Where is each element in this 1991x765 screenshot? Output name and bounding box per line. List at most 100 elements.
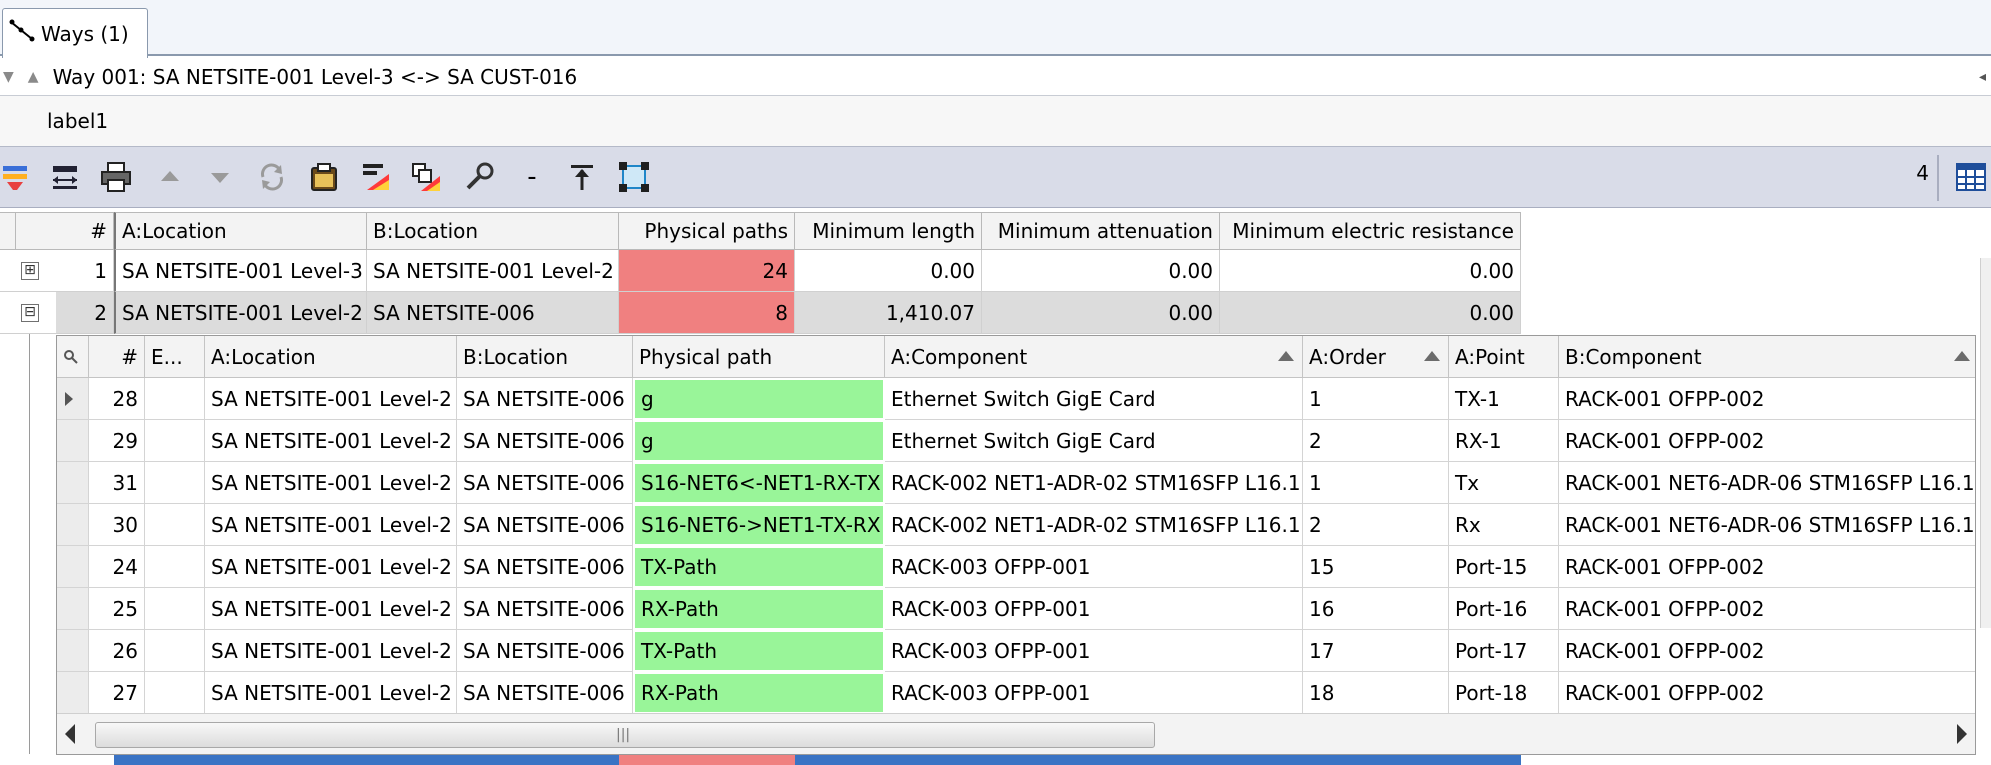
cell-a-component[interactable]: RACK-003 OFPP-001 [885, 630, 1303, 672]
cell-b-location[interactable]: SA NETSITE-006 [457, 672, 633, 714]
header-minimum-length[interactable]: Minimum length [795, 212, 982, 250]
cell-b-component[interactable]: RACK-001 OFPP-002 [1559, 546, 1975, 588]
header-e[interactable]: E... [145, 336, 205, 378]
cell-a-point[interactable]: RX-1 [1449, 420, 1559, 462]
cell-num[interactable]: 28 [89, 378, 145, 420]
cell-path[interactable]: S16-NET6->NET1-TX-RX [633, 504, 885, 546]
minus-icon[interactable]: - [512, 157, 552, 197]
cell-b-location[interactable]: SA NETSITE-006 [457, 504, 633, 546]
header-b-component[interactable]: B:Component [1559, 336, 1975, 378]
header-a-point[interactable]: A:Point [1449, 336, 1559, 378]
cell-minimum-electric-resistance[interactable]: 0.00 [1220, 250, 1521, 292]
cell-a-component[interactable]: RACK-003 OFPP-001 [885, 588, 1303, 630]
cell-b-location[interactable]: SA NETSITE-006 [457, 378, 633, 420]
collapse-down-icon[interactable]: ▼ [3, 69, 14, 85]
cell-a-component[interactable]: RACK-002 NET1-ADR-02 STM16SFP L16.1 [885, 504, 1303, 546]
cell-a-point[interactable]: Rx [1449, 504, 1559, 546]
expand-icon[interactable]: ⊞ [21, 262, 39, 280]
cell-minimum-length[interactable]: 0.00 [795, 250, 982, 292]
cell-b-location[interactable]: SA NETSITE-006 [457, 546, 633, 588]
scrollbar-thumb[interactable]: ||| [95, 722, 1155, 748]
move-up-icon[interactable] [150, 157, 190, 197]
cell-a-order[interactable]: 1 [1303, 462, 1449, 504]
cell-minimum-length[interactable]: 1,410.07 [795, 292, 982, 334]
cell-b-component[interactable]: RACK-001 NET6-ADR-06 STM16SFP L16.1 [1559, 462, 1975, 504]
cell-a-point[interactable]: Port-18 [1449, 672, 1559, 714]
cell-a-component[interactable]: Ethernet Switch GigE Card [885, 378, 1303, 420]
header-a-location[interactable]: A:Location [114, 212, 367, 250]
cell-a-component[interactable]: Ethernet Switch GigE Card [885, 420, 1303, 462]
scroll-right-icon[interactable] [1957, 724, 1967, 744]
vertical-scrollbar[interactable] [1980, 258, 1991, 628]
cell-a-location[interactable]: SA NETSITE-001 Level-2 [205, 462, 457, 504]
header-num[interactable]: # [89, 336, 145, 378]
print-icon[interactable] [96, 157, 136, 197]
cell-a-order[interactable]: 1 [1303, 378, 1449, 420]
row-selector[interactable] [57, 462, 89, 504]
cell-e[interactable] [145, 588, 205, 630]
cell-b-component[interactable]: RACK-001 NET6-ADR-06 STM16SFP L16.1 [1559, 504, 1975, 546]
cell-minimum-attenuation[interactable]: 0.00 [982, 292, 1220, 334]
cell-minimum-electric-resistance[interactable]: 0.00 [1220, 292, 1521, 334]
cell-path[interactable]: g [633, 378, 885, 420]
filter-icon[interactable] [0, 157, 36, 197]
cell-num[interactable]: 26 [89, 630, 145, 672]
header-a-order[interactable]: A:Order [1303, 336, 1449, 378]
cell-b-component[interactable]: RACK-001 OFPP-002 [1559, 378, 1975, 420]
cell-a-component[interactable]: RACK-002 NET1-ADR-02 STM16SFP L16.1 [885, 462, 1303, 504]
tab-ways[interactable]: Ways (1) [2, 8, 148, 58]
header-a-location[interactable]: A:Location [205, 336, 457, 378]
cell-b-component[interactable]: RACK-001 OFPP-002 [1559, 420, 1975, 462]
cell-b-component[interactable]: RACK-001 OFPP-002 [1559, 630, 1975, 672]
scroll-left-icon[interactable] [65, 724, 75, 744]
grid-view-icon[interactable] [1951, 157, 1991, 197]
cell-physical-paths[interactable]: 8 [619, 292, 795, 334]
cell-a-location[interactable]: SA NETSITE-001 Level-2 [114, 292, 367, 334]
cell-a-point[interactable]: Port-17 [1449, 630, 1559, 672]
header-b-location[interactable]: B:Location [367, 212, 619, 250]
cell-minimum-attenuation[interactable]: 0.00 [982, 250, 1220, 292]
row-selector[interactable] [57, 630, 89, 672]
row-selector[interactable] [57, 588, 89, 630]
select-area-icon[interactable] [614, 157, 654, 197]
cell-num[interactable]: 24 [89, 546, 145, 588]
cell-a-location[interactable]: SA NETSITE-001 Level-2 [205, 504, 457, 546]
header-a-component[interactable]: A:Component [885, 336, 1303, 378]
cell-a-location[interactable]: SA NETSITE-001 Level-2 [205, 630, 457, 672]
cell-a-location[interactable]: SA NETSITE-001 Level-3 [114, 250, 367, 292]
cell-physical-paths[interactable]: 24 [619, 250, 795, 292]
cell-a-location[interactable]: SA NETSITE-001 Level-2 [205, 378, 457, 420]
cell-num[interactable]: 25 [89, 588, 145, 630]
cell-path[interactable]: TX-Path [633, 546, 885, 588]
row-selector[interactable] [57, 546, 89, 588]
cell-a-location[interactable]: SA NETSITE-001 Level-2 [205, 672, 457, 714]
cell-path[interactable]: S16-NET6<-NET1-RX-TX [633, 462, 885, 504]
row-selector[interactable] [57, 672, 89, 714]
move-to-top-icon[interactable] [562, 157, 602, 197]
highlight-paths-icon[interactable] [356, 157, 396, 197]
header-minimum-attenuation[interactable]: Minimum attenuation [982, 212, 1220, 250]
cell-b-location[interactable]: SA NETSITE-006 [457, 588, 633, 630]
header-minimum-electric-resistance[interactable]: Minimum electric resistance [1220, 212, 1521, 250]
row-selector[interactable] [57, 420, 89, 462]
cell-a-component[interactable]: RACK-003 OFPP-001 [885, 672, 1303, 714]
cell-e[interactable] [145, 504, 205, 546]
cell-a-order[interactable]: 15 [1303, 546, 1449, 588]
cell-a-order[interactable]: 17 [1303, 630, 1449, 672]
cell-path[interactable]: RX-Path [633, 588, 885, 630]
collapse-icon[interactable]: ⊟ [21, 304, 39, 322]
header-b-location[interactable]: B:Location [457, 336, 633, 378]
highlight-components-icon[interactable] [406, 157, 446, 197]
cell-e[interactable] [145, 672, 205, 714]
cell-a-order[interactable]: 2 [1303, 504, 1449, 546]
wrench-icon[interactable] [460, 157, 500, 197]
cell-b-location[interactable]: SA NETSITE-006 [367, 292, 619, 334]
cell-a-point[interactable]: Port-15 [1449, 546, 1559, 588]
cell-path[interactable]: TX-Path [633, 630, 885, 672]
horizontal-scrollbar[interactable]: ||| [57, 713, 1975, 754]
cell-e[interactable] [145, 546, 205, 588]
cell-e[interactable] [145, 420, 205, 462]
cell-a-component[interactable]: RACK-003 OFPP-001 [885, 546, 1303, 588]
cell-a-point[interactable]: Port-16 [1449, 588, 1559, 630]
header-physical-path[interactable]: Physical path [633, 336, 885, 378]
